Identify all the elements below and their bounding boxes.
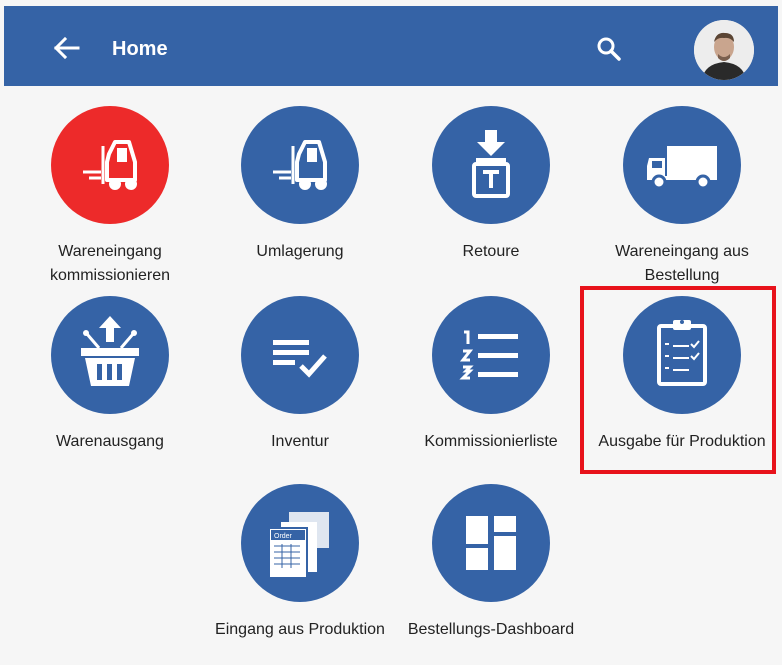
- tile-label: Kommissionierliste: [424, 433, 558, 450]
- page-title: Home: [112, 38, 168, 60]
- tile-icon-circle: [432, 484, 550, 602]
- tile-retoure[interactable]: Retoure: [391, 106, 591, 264]
- tile-label: Inventur: [271, 433, 329, 450]
- list-check-icon: [273, 340, 327, 378]
- truck-icon: [647, 146, 717, 190]
- avatar[interactable]: [694, 20, 754, 80]
- tile-icon-circle: [51, 296, 169, 414]
- tile-label: Eingang aus Produktion: [215, 621, 385, 638]
- tile-icon-circle: [51, 106, 169, 224]
- tile-wareneingang-kommissionieren[interactable]: Wareneingang kommissionieren: [10, 106, 210, 288]
- tile-icon-circle: [241, 106, 359, 224]
- tile-label: Wareneingang kommissionieren: [49, 243, 171, 284]
- tile-eingang-aus-produktion[interactable]: Order Eingang aus Produktion: [200, 484, 400, 642]
- tile-label: Umlagerung: [256, 243, 344, 260]
- tile-bestellungs-dashboard[interactable]: Bestellungs-Dashboard: [391, 484, 591, 642]
- tile-wareneingang-aus-bestellung[interactable]: Wareneingang aus Bestellung: [582, 106, 782, 288]
- dashboard-icon: [466, 516, 516, 570]
- tile-icon-circle: [432, 106, 550, 224]
- tile-icon-circle: [623, 106, 741, 224]
- tile-label: Bestellungs-Dashboard: [407, 621, 575, 638]
- tile-label: Ausgabe für Produktion: [598, 433, 766, 450]
- tile-icon-circle: [623, 296, 741, 414]
- app-bar: Home: [4, 6, 778, 86]
- order-document-icon: Order: [268, 512, 329, 579]
- order-icon-text: Order: [274, 533, 293, 540]
- tile-umlagerung[interactable]: Umlagerung: [200, 106, 400, 264]
- tile-icon-circle: [241, 296, 359, 414]
- forklift-icon: [83, 140, 137, 190]
- tile-icon-circle: [432, 296, 550, 414]
- clipboard-checklist-icon: [657, 320, 707, 386]
- numbered-list-icon: [459, 330, 518, 380]
- tile-icon-circle: Order: [241, 484, 359, 602]
- forklift-icon: [273, 140, 327, 190]
- search-icon[interactable]: [596, 36, 622, 62]
- tile-inventur[interactable]: Inventur: [200, 296, 400, 454]
- tile-warenausgang[interactable]: Warenausgang: [10, 296, 210, 454]
- tile-label: Warenausgang: [56, 433, 164, 450]
- return-icon: [472, 130, 510, 198]
- tile-ausgabe-fuer-produktion[interactable]: Ausgabe für Produktion: [582, 296, 782, 454]
- tile-label: Retoure: [462, 243, 520, 260]
- back-arrow-icon[interactable]: [52, 34, 80, 62]
- tile-kommissionierliste[interactable]: Kommissionierliste: [391, 296, 591, 454]
- basket-upload-icon: [81, 316, 139, 386]
- tile-label: Wareneingang aus Bestellung: [615, 243, 749, 284]
